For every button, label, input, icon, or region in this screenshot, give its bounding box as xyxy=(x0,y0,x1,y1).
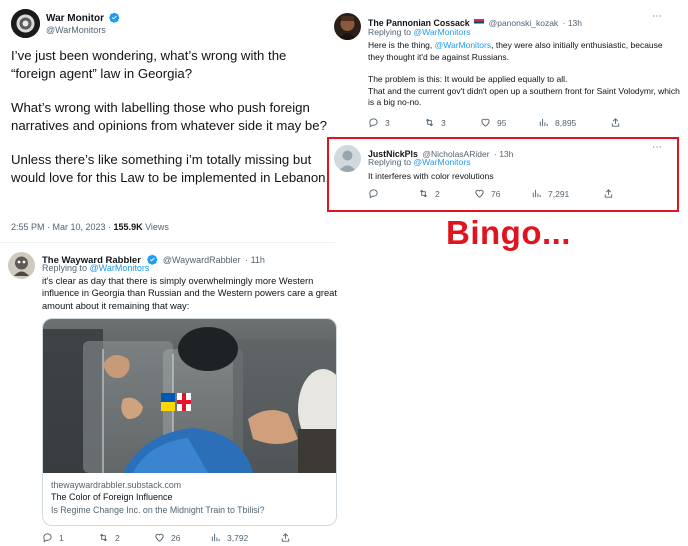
link-domain: thewaywardrabbler.substack.com xyxy=(51,480,182,490)
tweet-meta: 2:55 PM · Mar 10, 2023 · 155.9K Views xyxy=(11,222,169,232)
reply-paragraph: Here is the thing, @WarMonitors, they we… xyxy=(368,40,663,62)
replying-to-link[interactable]: @WarMonitors xyxy=(90,263,150,273)
rabbler-avatar-icon xyxy=(8,252,35,279)
heart-icon xyxy=(481,118,490,127)
heart-icon xyxy=(475,189,484,198)
replying-to: Replying to @WarMonitors xyxy=(42,263,150,273)
views-chart-icon xyxy=(532,189,541,198)
link-card[interactable]: thewaywardrabbler.substack.com The Color… xyxy=(42,318,337,526)
replying-to-link[interactable]: @WarMonitors xyxy=(413,27,470,37)
link-subtitle: Is Regime Change Inc. on the Midnight Tr… xyxy=(51,505,265,515)
action-bar: 2 76 7,291 xyxy=(368,188,668,199)
views-chart-icon xyxy=(539,118,548,127)
views-button[interactable]: 7,291 xyxy=(531,188,603,199)
avatar[interactable] xyxy=(334,13,361,40)
protest-photo xyxy=(43,319,336,473)
verified-badge-icon xyxy=(108,12,120,23)
share-button[interactable] xyxy=(610,117,621,128)
retweet-button[interactable]: 2 xyxy=(98,532,154,543)
view-count: 155.9K xyxy=(113,222,143,232)
share-icon xyxy=(611,118,620,127)
reply-icon xyxy=(369,189,378,199)
retweet-button[interactable]: 3 xyxy=(424,117,480,128)
replying-to-link[interactable]: @WarMonitors xyxy=(413,157,470,167)
retweet-icon xyxy=(425,118,434,127)
author-handle[interactable]: @WaywardRabbler xyxy=(163,255,241,265)
reply-paragraph: That and the current gov't didn't open u… xyxy=(368,85,680,108)
reply-button[interactable] xyxy=(368,188,418,199)
author-handle[interactable]: @panonski_kozak xyxy=(489,18,559,28)
reply-button[interactable]: 3 xyxy=(368,117,424,128)
reply-text: Here is the thing, @WarMonitors, they we… xyxy=(368,40,680,109)
tweet-paragraph: Unless there’s like something i’m totall… xyxy=(11,152,330,185)
like-button[interactable]: 26 xyxy=(154,532,210,543)
heart-icon xyxy=(155,533,164,542)
reply-tweet[interactable]: The Wayward Rabbler @WaywardRabbler · 11… xyxy=(0,244,345,546)
divider xyxy=(0,242,335,243)
reply-paragraph: The problem is this: It would be applied… xyxy=(368,74,568,85)
mention-link[interactable]: @WarMonitors xyxy=(435,40,492,50)
tweet-body: I’ve just been wondering, what’s wrong w… xyxy=(11,47,333,187)
tweet-paragraph: I’ve just been wondering, what’s wrong w… xyxy=(11,48,287,81)
tweet-timestamp[interactable]: 2:55 PM · Mar 10, 2023 · xyxy=(11,222,114,232)
main-tweet: War Monitor @WarMonitors I’ve just been … xyxy=(0,0,335,243)
serbia-flag-icon xyxy=(474,19,485,26)
replying-to: Replying to @WarMonitors xyxy=(368,157,471,167)
more-options-icon[interactable]: ⋯ xyxy=(652,11,663,22)
bingo-annotation: Bingo... xyxy=(446,214,571,251)
tweet-paragraph: What’s wrong with labelling those who pu… xyxy=(11,100,327,133)
reply-age: · 13h xyxy=(562,18,583,28)
share-button[interactable] xyxy=(280,532,291,543)
author-handle[interactable]: @WarMonitors xyxy=(46,25,106,35)
replying-to: Replying to @WarMonitors xyxy=(368,27,471,37)
avatar[interactable] xyxy=(11,9,40,38)
more-options-icon[interactable]: ⋯ xyxy=(652,142,663,153)
share-icon xyxy=(604,189,613,198)
reply-tweet[interactable]: JustNickPls @NicholasARider · 13h ⋯ Repl… xyxy=(332,140,676,210)
reply-icon xyxy=(43,533,52,543)
avatar[interactable] xyxy=(8,252,35,279)
action-bar: 1 2 26 3,792 xyxy=(42,532,322,543)
reply-text: it's clear as day that there is simply o… xyxy=(42,276,337,311)
default-avatar-icon[interactable] xyxy=(334,145,361,172)
reply-text: It interferes with color revolutions xyxy=(368,171,494,181)
like-button[interactable]: 76 xyxy=(474,188,531,199)
person-silhouette-icon xyxy=(338,150,357,172)
share-icon xyxy=(281,533,290,542)
reply-age: · 13h xyxy=(494,149,514,159)
retweet-icon xyxy=(419,189,428,198)
like-button[interactable]: 95 xyxy=(480,117,538,128)
link-title: The Color of Foreign Influence xyxy=(51,492,173,502)
reply-icon xyxy=(369,118,378,128)
reply-button[interactable]: 1 xyxy=(42,532,98,543)
retweet-icon xyxy=(99,533,108,542)
cossack-avatar-icon xyxy=(334,13,361,40)
views-button[interactable]: 8,895 xyxy=(538,117,610,128)
author-name[interactable]: War Monitor xyxy=(46,13,104,24)
views-button[interactable]: 3,792 xyxy=(210,532,280,543)
views-chart-icon xyxy=(211,533,220,542)
reply-tweet[interactable]: The Pannonian Cossack @panonski_kozak · … xyxy=(332,5,686,133)
action-bar: 3 3 95 8,895 xyxy=(368,117,668,128)
share-button[interactable] xyxy=(603,188,614,199)
views-label: Views xyxy=(142,222,169,232)
reply-age: · 11h xyxy=(245,255,265,265)
retweet-button[interactable]: 2 xyxy=(418,188,474,199)
war-monitor-logo-icon xyxy=(11,9,40,38)
